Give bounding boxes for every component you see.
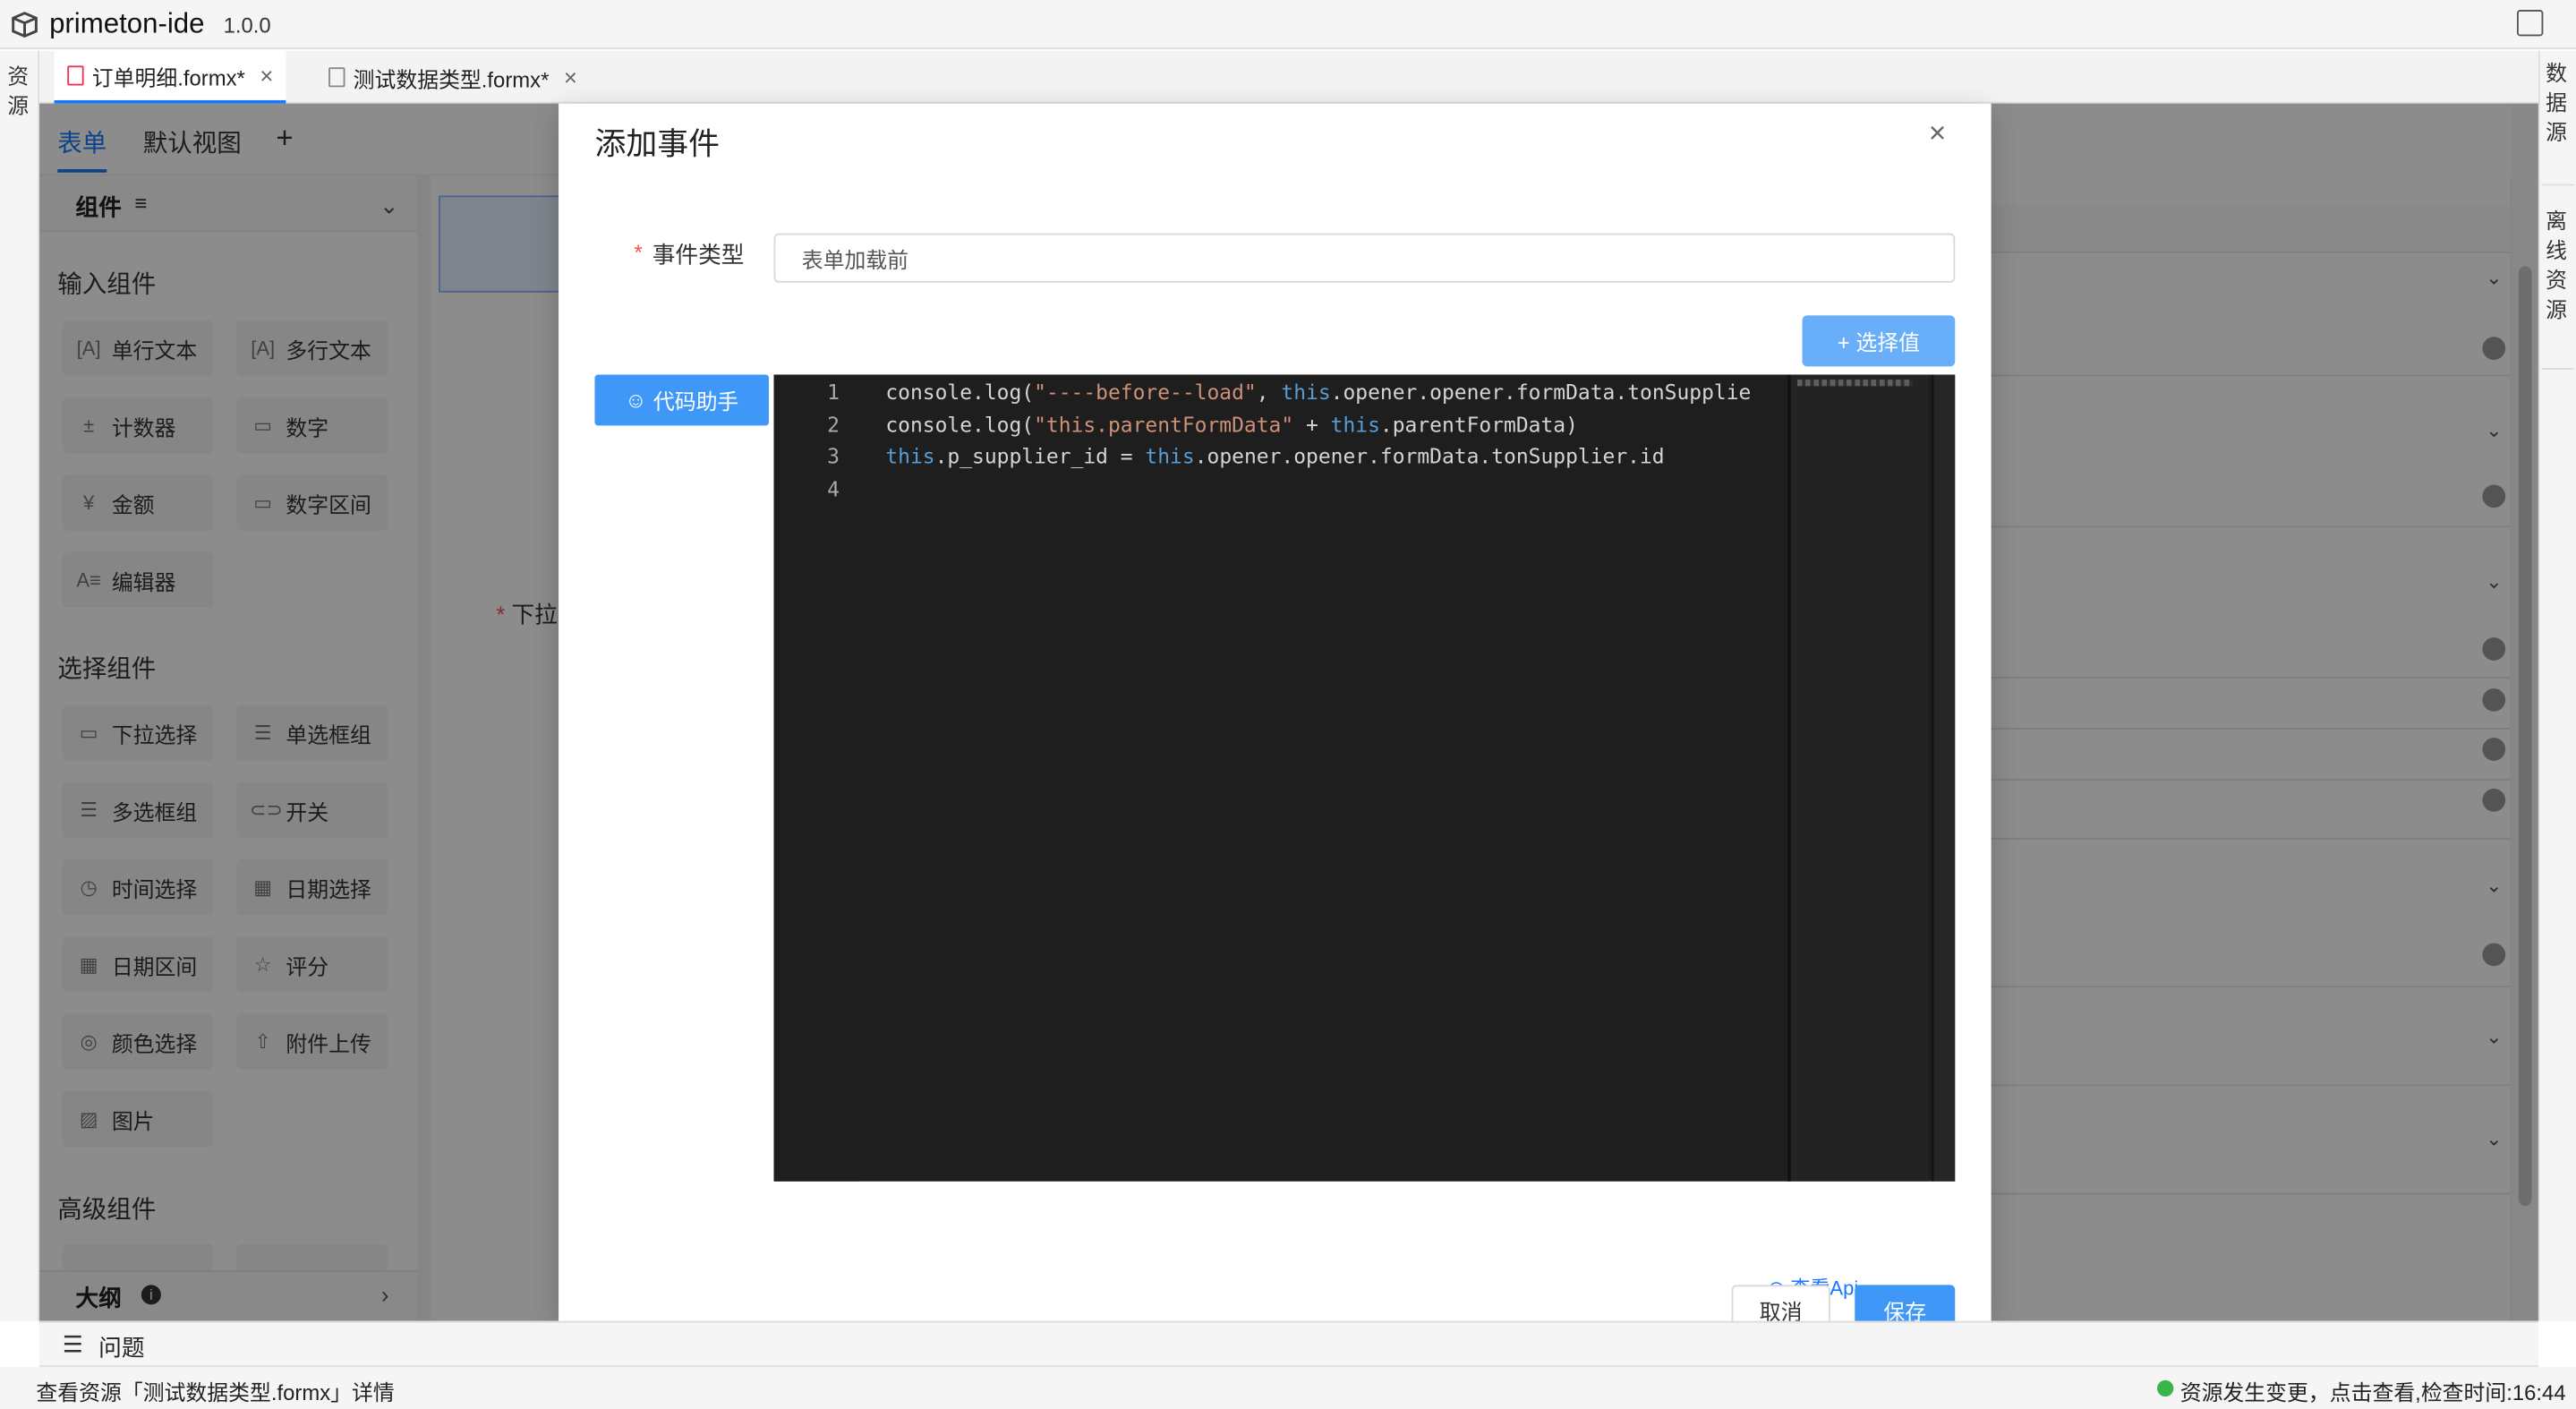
cancel-button[interactable]: 取消 <box>1731 1285 1830 1321</box>
status-right-text[interactable]: 资源发生变更，点击查看,检查时间:16:44 <box>2180 1375 2566 1406</box>
close-icon[interactable]: × <box>564 64 577 90</box>
app-version: 1.0.0 <box>223 13 271 38</box>
code-token: this <box>1281 380 1331 405</box>
file-tab-order-detail[interactable]: 订单明细.formx* × <box>54 50 287 104</box>
code-token: this <box>885 443 935 469</box>
file-tab-test-types[interactable]: 测试数据类型.formx* × <box>315 51 590 104</box>
window-save-icon[interactable] <box>2516 10 2544 37</box>
code-token: .opener.opener.formData.tonSupplie <box>1330 380 1752 405</box>
form-file-icon <box>328 67 345 88</box>
code-token: console.log( <box>885 411 1035 437</box>
right-rail-datasource[interactable]: 数据源 <box>2545 59 2568 148</box>
code-token: console.log( <box>885 380 1035 405</box>
select-value-button[interactable]: + 选择值 <box>1802 315 1956 367</box>
code-token: .parentFormData) <box>1379 411 1578 437</box>
code-token: this <box>1330 411 1380 437</box>
required-mark: * <box>634 239 643 265</box>
problems-label[interactable]: 问题 <box>98 1331 144 1364</box>
event-type-input[interactable] <box>773 233 1956 283</box>
list-icon: ☰ <box>62 1330 83 1358</box>
add-event-modal: 添加事件 × * 事件类型 + 选择值 ☺ 代码助手 1 console.log(… <box>559 103 1992 1321</box>
right-rail-divider <box>2541 184 2575 186</box>
close-icon[interactable]: × <box>1929 116 1946 151</box>
minimap-line <box>1797 380 1913 387</box>
code-line[interactable]: this.p_supplier_id = this.opener.opener.… <box>885 444 1664 469</box>
code-line[interactable]: console.log("this.parentFormData" + this… <box>885 412 1578 437</box>
code-token: "this.parentFormData" <box>1034 411 1294 437</box>
modal-title: 添加事件 <box>594 128 720 163</box>
right-rail-divider <box>2541 368 2575 370</box>
code-token: .p_supplier_id = <box>934 443 1146 469</box>
code-token: .opener.opener.formData.tonSupplier.id <box>1194 443 1665 469</box>
code-token: , <box>1256 380 1282 405</box>
line-number: 2 <box>827 411 840 437</box>
code-assist-button[interactable]: ☺ 代码助手 <box>594 374 770 426</box>
right-rail-offline[interactable]: 离线资源 <box>2545 207 2568 325</box>
line-number: 1 <box>827 380 840 405</box>
editor-minimap[interactable] <box>1787 374 1929 1182</box>
left-rail-resources[interactable]: 资源 <box>6 63 30 122</box>
problems-bar[interactable] <box>39 1320 2538 1368</box>
code-token: + <box>1293 411 1331 437</box>
save-button[interactable]: 保存 <box>1855 1285 1956 1321</box>
smile-icon: ☺ <box>625 388 647 413</box>
code-assist-label: 代码助手 <box>653 389 739 414</box>
status-left-text[interactable]: 查看资源「测试数据类型.formx」详情 <box>36 1375 394 1406</box>
line-number: 4 <box>827 475 840 500</box>
code-token: "----before--load" <box>1034 380 1257 405</box>
line-number: 3 <box>827 443 840 469</box>
file-tab-label: 测试数据类型.formx* <box>353 66 550 91</box>
editor-scrollbar[interactable] <box>1932 374 1956 1182</box>
app-title: primeton-ide <box>49 8 205 40</box>
code-line[interactable]: console.log("----before--load", this.ope… <box>885 380 1751 405</box>
status-indicator <box>2157 1379 2174 1397</box>
file-tab-label: 订单明细.formx* <box>91 64 245 90</box>
close-icon[interactable]: × <box>260 63 273 89</box>
event-type-label: 事件类型 <box>652 241 745 269</box>
form-file-icon <box>67 65 84 86</box>
left-rail <box>0 50 40 1321</box>
code-editor[interactable]: 1 console.log("----before--load", this.op… <box>773 374 1956 1182</box>
app-logo-icon <box>12 12 38 38</box>
title-bar <box>0 0 2576 50</box>
code-token: this <box>1145 443 1195 469</box>
